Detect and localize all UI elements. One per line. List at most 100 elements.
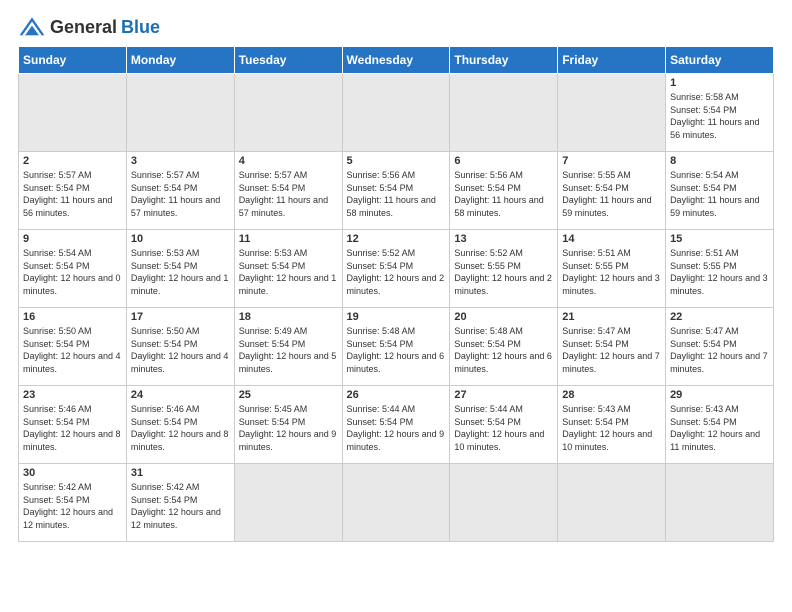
day-cell (19, 74, 127, 152)
day-number: 13 (454, 233, 553, 245)
day-cell: 6Sunrise: 5:56 AMSunset: 5:54 PMDaylight… (450, 152, 558, 230)
day-cell: 18 Sunrise: 5:49 AMSunset: 5:54 PMDayligh… (234, 308, 342, 386)
day-info: Sunrise: 5:57 AMSunset: 5:54 PMDaylight:… (131, 169, 230, 219)
day-cell (450, 74, 558, 152)
day-number: 7 (562, 155, 661, 167)
day-cell: 16 Sunrise: 5:50 AMSunset: 5:54 PMDayligh… (19, 308, 127, 386)
day-cell: 15 Sunrise: 5:51 AMSunset: 5:55 PMDayligh… (666, 230, 774, 308)
page: General Blue SundayMondayTuesdayWednesda… (0, 0, 792, 612)
logo-blue: Blue (121, 17, 160, 38)
day-number: 19 (347, 311, 446, 323)
day-cell: 31Sunrise: 5:42 AMSunset: 5:54 PMDayligh… (126, 464, 234, 542)
day-cell: 8Sunrise: 5:54 AMSunset: 5:54 PMDaylight… (666, 152, 774, 230)
day-cell: 17Sunrise: 5:50 AMSunset: 5:54 PMDayligh… (126, 308, 234, 386)
day-info: Sunrise: 5:57 AMSunset: 5:54 PMDaylight:… (23, 169, 122, 219)
day-info: Sunrise: 5:44 AMSunset: 5:54 PMDaylight:… (347, 403, 446, 453)
weekday-header-tuesday: Tuesday (234, 47, 342, 74)
logo: General Blue (18, 16, 160, 38)
day-number: 10 (131, 233, 230, 245)
day-cell: 7 Sunrise: 5:55 AMSunset: 5:54 PMDaylight… (558, 152, 666, 230)
day-info: Sunrise: 5:43 AMSunset: 5:54 PMDaylight:… (670, 403, 769, 453)
day-cell: 13 Sunrise: 5:52 AMSunset: 5:55 PMDayligh… (450, 230, 558, 308)
day-number: 11 (239, 233, 338, 245)
weekday-header-thursday: Thursday (450, 47, 558, 74)
day-cell: 21 Sunrise: 5:47 AMSunset: 5:54 PMDayligh… (558, 308, 666, 386)
day-number: 20 (454, 311, 553, 323)
day-number: 28 (562, 389, 661, 401)
logo-general: General (50, 17, 117, 38)
day-number: 18 (239, 311, 338, 323)
day-cell: 2 Sunrise: 5:57 AMSunset: 5:54 PMDaylight… (19, 152, 127, 230)
weekday-header-row: SundayMondayTuesdayWednesdayThursdayFrid… (19, 47, 774, 74)
day-cell (450, 464, 558, 542)
day-cell (558, 464, 666, 542)
day-cell: 23 Sunrise: 5:46 AMSunset: 5:54 PMDayligh… (19, 386, 127, 464)
weekday-header-monday: Monday (126, 47, 234, 74)
day-info: Sunrise: 5:42 AMSunset: 5:54 PMDaylight:… (131, 481, 230, 531)
header: General Blue (18, 16, 774, 38)
day-info: Sunrise: 5:48 AMSunset: 5:54 PMDaylight:… (347, 325, 446, 375)
day-number: 29 (670, 389, 769, 401)
day-cell: 30Sunrise: 5:42 AMSunset: 5:54 PMDayligh… (19, 464, 127, 542)
day-cell: 10 Sunrise: 5:53 AMSunset: 5:54 PMDayligh… (126, 230, 234, 308)
day-number: 14 (562, 233, 661, 245)
week-row-4: 16 Sunrise: 5:50 AMSunset: 5:54 PMDayligh… (19, 308, 774, 386)
weekday-header-wednesday: Wednesday (342, 47, 450, 74)
day-number: 15 (670, 233, 769, 245)
day-info: Sunrise: 5:51 AMSunset: 5:55 PMDaylight:… (670, 247, 769, 297)
day-number: 3 (131, 155, 230, 167)
day-info: Sunrise: 5:53 AMSunset: 5:54 PMDaylight:… (239, 247, 338, 297)
day-cell: 24 Sunrise: 5:46 AMSunset: 5:54 PMDayligh… (126, 386, 234, 464)
day-info: Sunrise: 5:46 AMSunset: 5:54 PMDaylight:… (23, 403, 122, 453)
day-cell: 5 Sunrise: 5:56 AMSunset: 5:54 PMDaylight… (342, 152, 450, 230)
day-info: Sunrise: 5:56 AMSunset: 5:54 PMDaylight:… (347, 169, 446, 219)
week-row-2: 2 Sunrise: 5:57 AMSunset: 5:54 PMDaylight… (19, 152, 774, 230)
day-cell (558, 74, 666, 152)
day-number: 16 (23, 311, 122, 323)
day-info: Sunrise: 5:53 AMSunset: 5:54 PMDaylight:… (131, 247, 230, 297)
day-info: Sunrise: 5:49 AMSunset: 5:54 PMDaylight:… (239, 325, 338, 375)
day-cell: 20Sunrise: 5:48 AMSunset: 5:54 PMDayligh… (450, 308, 558, 386)
day-info: Sunrise: 5:57 AMSunset: 5:54 PMDaylight:… (239, 169, 338, 219)
day-info: Sunrise: 5:47 AMSunset: 5:54 PMDaylight:… (562, 325, 661, 375)
day-cell: 9Sunrise: 5:54 AMSunset: 5:54 PMDaylight… (19, 230, 127, 308)
week-row-3: 9Sunrise: 5:54 AMSunset: 5:54 PMDaylight… (19, 230, 774, 308)
day-number: 25 (239, 389, 338, 401)
day-cell: 11 Sunrise: 5:53 AMSunset: 5:54 PMDayligh… (234, 230, 342, 308)
day-info: Sunrise: 5:55 AMSunset: 5:54 PMDaylight:… (562, 169, 661, 219)
day-info: Sunrise: 5:45 AMSunset: 5:54 PMDaylight:… (239, 403, 338, 453)
day-number: 5 (347, 155, 446, 167)
day-cell: 22Sunrise: 5:47 AMSunset: 5:54 PMDayligh… (666, 308, 774, 386)
day-number: 24 (131, 389, 230, 401)
day-number: 4 (239, 155, 338, 167)
day-info: Sunrise: 5:52 AMSunset: 5:54 PMDaylight:… (347, 247, 446, 297)
day-cell (666, 464, 774, 542)
day-info: Sunrise: 5:50 AMSunset: 5:54 PMDaylight:… (23, 325, 122, 375)
day-info: Sunrise: 5:43 AMSunset: 5:54 PMDaylight:… (562, 403, 661, 453)
logo-area: General Blue (18, 16, 160, 38)
logo-icon (18, 16, 46, 38)
day-cell (234, 74, 342, 152)
day-number: 12 (347, 233, 446, 245)
day-info: Sunrise: 5:51 AMSunset: 5:55 PMDaylight:… (562, 247, 661, 297)
day-cell: 3 Sunrise: 5:57 AMSunset: 5:54 PMDaylight… (126, 152, 234, 230)
day-info: Sunrise: 5:52 AMSunset: 5:55 PMDaylight:… (454, 247, 553, 297)
day-cell: 14 Sunrise: 5:51 AMSunset: 5:55 PMDayligh… (558, 230, 666, 308)
day-number: 23 (23, 389, 122, 401)
week-row-6: 30 Sunrise: 5:42 AMSunset: 5:54 PMDayligh… (19, 464, 774, 542)
day-cell: 25 Sunrise: 5:45 AMSunset: 5:54 PMDayligh… (234, 386, 342, 464)
day-number: 9 (23, 233, 122, 245)
day-cell: 28 Sunrise: 5:43 AMSunset: 5:54 PMDayligh… (558, 386, 666, 464)
day-number: 21 (562, 311, 661, 323)
day-number: 30 (23, 467, 122, 479)
day-cell: 1Sunrise: 5:58 AMSunset: 5:54 PMDaylight… (666, 74, 774, 152)
weekday-header-sunday: Sunday (19, 47, 127, 74)
day-info: Sunrise: 5:54 AMSunset: 5:54 PMDaylight:… (670, 169, 769, 219)
weekday-header-saturday: Saturday (666, 47, 774, 74)
day-number: 2 (23, 155, 122, 167)
day-info: Sunrise: 5:44 AMSunset: 5:54 PMDaylight:… (454, 403, 553, 453)
day-cell: 4 Sunrise: 5:57 AMSunset: 5:54 PMDaylight… (234, 152, 342, 230)
day-info: Sunrise: 5:58 AMSunset: 5:54 PMDaylight:… (670, 91, 769, 141)
day-number: 26 (347, 389, 446, 401)
day-info: Sunrise: 5:46 AMSunset: 5:54 PMDaylight:… (131, 403, 230, 453)
